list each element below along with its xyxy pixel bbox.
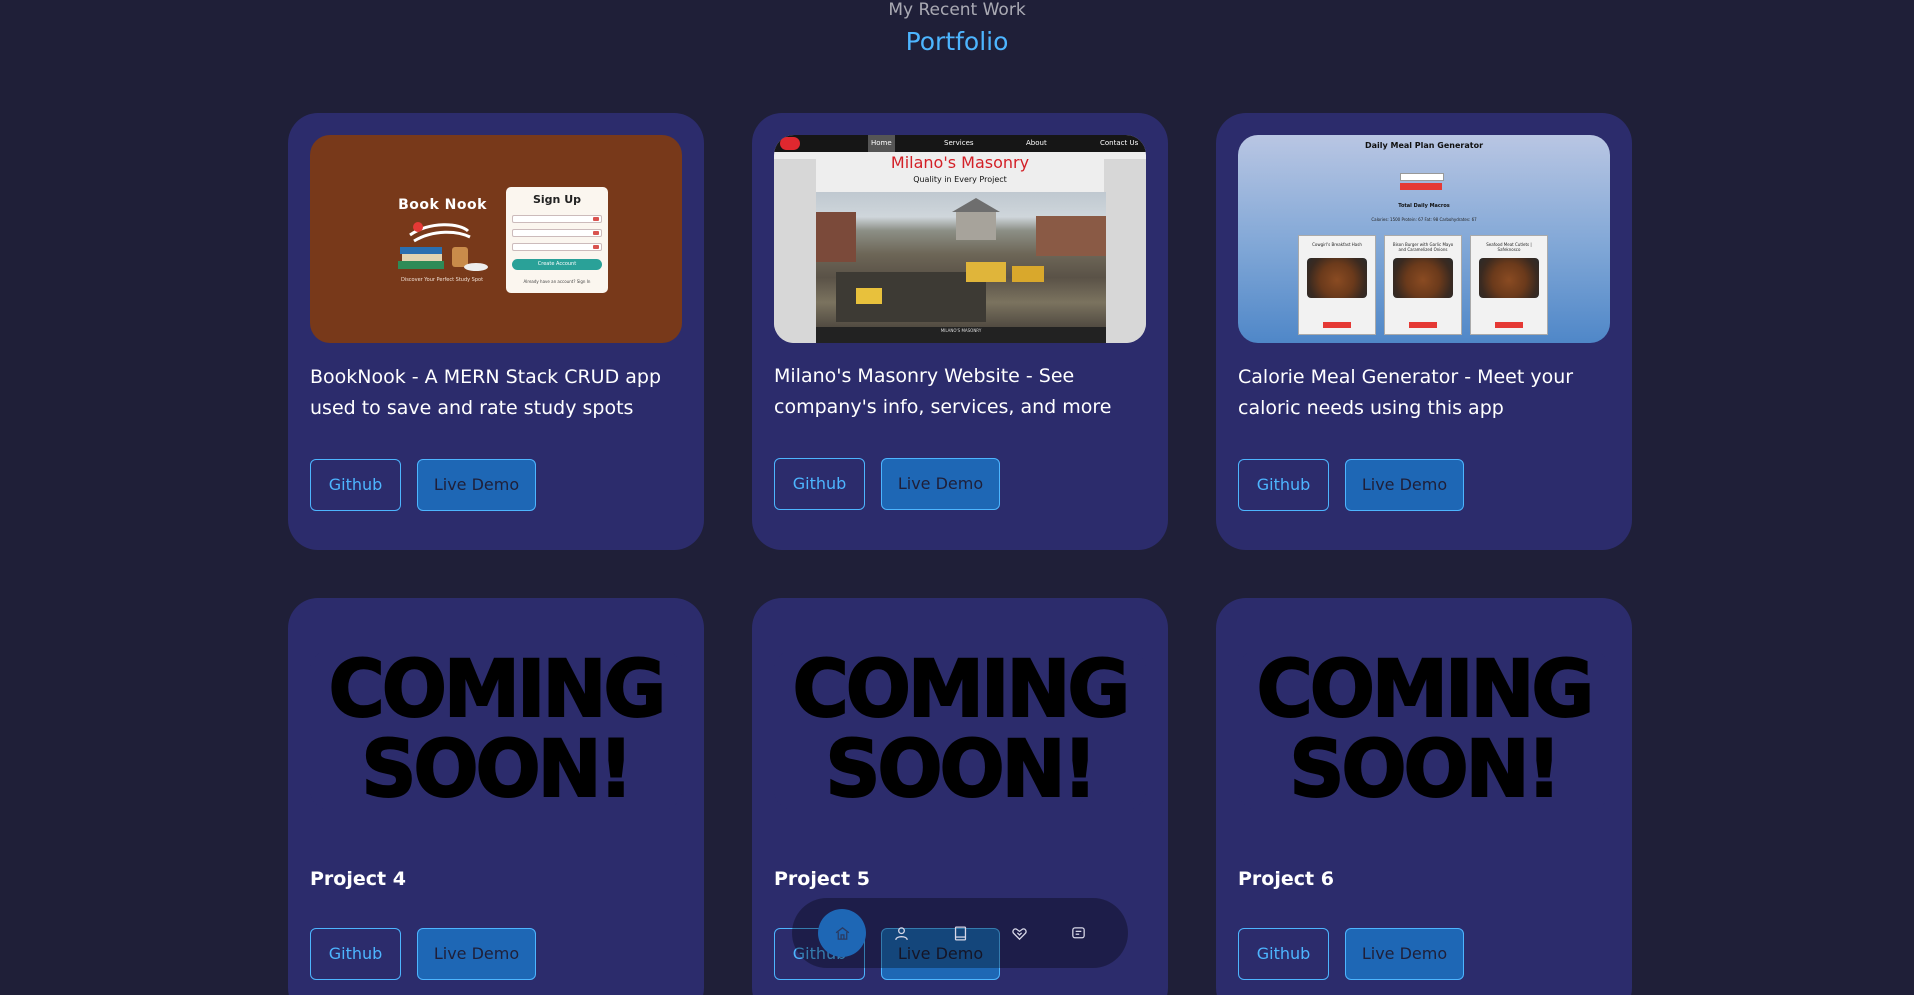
meal-photo xyxy=(1479,258,1539,298)
project-image-calorie: Daily Meal Plan Generator Total Daily Ma… xyxy=(1238,135,1610,343)
user-icon-glyph xyxy=(894,926,908,940)
booknook-tagline: Discover Your Perfect Study Spot xyxy=(400,277,484,283)
meal-button-preview xyxy=(1409,322,1437,328)
signup-field xyxy=(512,243,602,251)
preview-navbar: Home Services About Contact Us xyxy=(774,135,1146,152)
project-card-calorie: Daily Meal Plan Generator Total Daily Ma… xyxy=(1216,113,1632,550)
coming-soon-image: COMING SOON! xyxy=(1238,650,1610,810)
book-icon[interactable] xyxy=(936,909,984,957)
calorie-heading: Daily Meal Plan Generator xyxy=(1364,141,1484,150)
meal-photo xyxy=(1307,258,1367,298)
signup-title: Sign Up xyxy=(532,193,582,206)
meal-card-preview: Bison Burger with Garlic Mayo and Carame… xyxy=(1384,235,1462,335)
project-title: Milano's Masonry Website - See company's… xyxy=(774,365,1112,418)
milanos-footer: MILANO'S MASONRY xyxy=(816,327,1106,343)
project-title: Calorie Meal Generator - Meet your calor… xyxy=(1238,366,1574,419)
home-icon-glyph xyxy=(835,926,849,940)
project-title: Project 5 xyxy=(774,868,870,890)
booknook-brand: Book Nook xyxy=(398,197,487,213)
live-demo-button[interactable]: Live Demo xyxy=(417,459,536,511)
milanos-tagline: Quality in Every Project xyxy=(913,175,1007,184)
calorie-input-preview xyxy=(1400,173,1444,181)
user-icon[interactable] xyxy=(877,909,925,957)
live-demo-button[interactable]: Live Demo xyxy=(1345,928,1464,980)
meal-button-preview xyxy=(1495,322,1523,328)
project-card-booknook: Book Nook Discover Your Perfect Study Sp… xyxy=(288,113,704,550)
coming-soon-text: COMING SOON! xyxy=(792,650,1132,810)
create-account-preview: Create Account xyxy=(512,259,602,270)
project-title: Project 4 xyxy=(310,868,406,890)
calorie-stats: Calories: 1500 Protein: 67 Fat: 98 Carbo… xyxy=(1371,217,1477,222)
preview-nav-item: Contact Us xyxy=(1100,139,1139,147)
meal-button-preview xyxy=(1323,322,1351,328)
message-icon[interactable] xyxy=(1054,909,1102,957)
project-card-milanos: Home Services About Contact Us Milano's … xyxy=(752,113,1168,550)
home-icon[interactable] xyxy=(818,909,866,957)
section-header: My Recent Work Portfolio xyxy=(0,0,1914,58)
project-image-milanos: Home Services About Contact Us Milano's … xyxy=(774,135,1146,343)
signup-footer: Already have an account? Sign In xyxy=(523,279,591,284)
preview-nav-item: About xyxy=(1026,139,1047,147)
books-illustration xyxy=(398,222,488,271)
live-demo-button[interactable]: Live Demo xyxy=(417,928,536,980)
milanos-logo-icon xyxy=(780,137,800,150)
github-button[interactable]: Github xyxy=(1238,928,1329,980)
project-title: BookNook - A MERN Stack CRUD app used to… xyxy=(310,366,662,419)
meal-name: Cowgirl's Breakfast Hash xyxy=(1312,242,1362,247)
preview-side-panel xyxy=(774,159,816,343)
live-demo-button[interactable]: Live Demo xyxy=(1345,459,1464,511)
calorie-totals-heading: Total Daily Macros xyxy=(1398,203,1450,209)
handshake-icon[interactable] xyxy=(995,909,1043,957)
bottom-nav xyxy=(792,898,1128,968)
coming-soon-image: COMING SOON! xyxy=(774,650,1146,810)
portfolio-page: My Recent Work Portfolio Book Nook Disco… xyxy=(0,0,1914,995)
section-title: Portfolio xyxy=(905,27,1009,56)
book-icon-glyph xyxy=(954,925,966,941)
calorie-button-preview xyxy=(1400,183,1442,190)
preview-side-panel xyxy=(1104,159,1146,343)
github-button[interactable]: Github xyxy=(774,458,865,510)
github-button[interactable]: Github xyxy=(310,459,401,511)
meal-photo xyxy=(1393,258,1453,298)
project-card-6: COMING SOON! Project 6 Github Live Demo xyxy=(1216,598,1632,995)
project-card-4: COMING SOON! Project 4 Github Live Demo xyxy=(288,598,704,995)
project-title: Project 6 xyxy=(1238,868,1334,890)
signup-field xyxy=(512,215,602,223)
message-icon-glyph xyxy=(1071,926,1085,938)
github-button[interactable]: Github xyxy=(1238,459,1329,511)
milanos-name: Milano's Masonry xyxy=(890,153,1030,172)
section-subtitle: My Recent Work xyxy=(888,0,1026,20)
construction-photo xyxy=(816,192,1106,330)
signup-form-preview: Sign Up Create Account Already have an a… xyxy=(506,187,608,293)
coming-soon-image: COMING SOON! xyxy=(310,650,682,810)
project-image-booknook: Book Nook Discover Your Perfect Study Sp… xyxy=(310,135,682,343)
github-button[interactable]: Github xyxy=(310,928,401,980)
coming-soon-text: COMING SOON! xyxy=(1256,650,1596,810)
live-demo-button[interactable]: Live Demo xyxy=(881,458,1000,510)
handshake-icon-glyph xyxy=(1011,927,1027,940)
construction-scene xyxy=(816,198,1106,322)
signup-field xyxy=(512,229,602,237)
preview-nav-item: Services xyxy=(944,139,974,147)
meal-name: Bison Burger with Garlic Mayo and Carame… xyxy=(1392,242,1454,252)
meal-card-preview: Seafood Meat Cutlets | Safeknosco xyxy=(1470,235,1548,335)
coming-soon-text: COMING SOON! xyxy=(328,650,668,810)
meal-name: Seafood Meat Cutlets | Safeknosco xyxy=(1486,242,1532,252)
meal-card-preview: Cowgirl's Breakfast Hash xyxy=(1298,235,1376,335)
preview-nav-item: Home xyxy=(868,135,895,152)
